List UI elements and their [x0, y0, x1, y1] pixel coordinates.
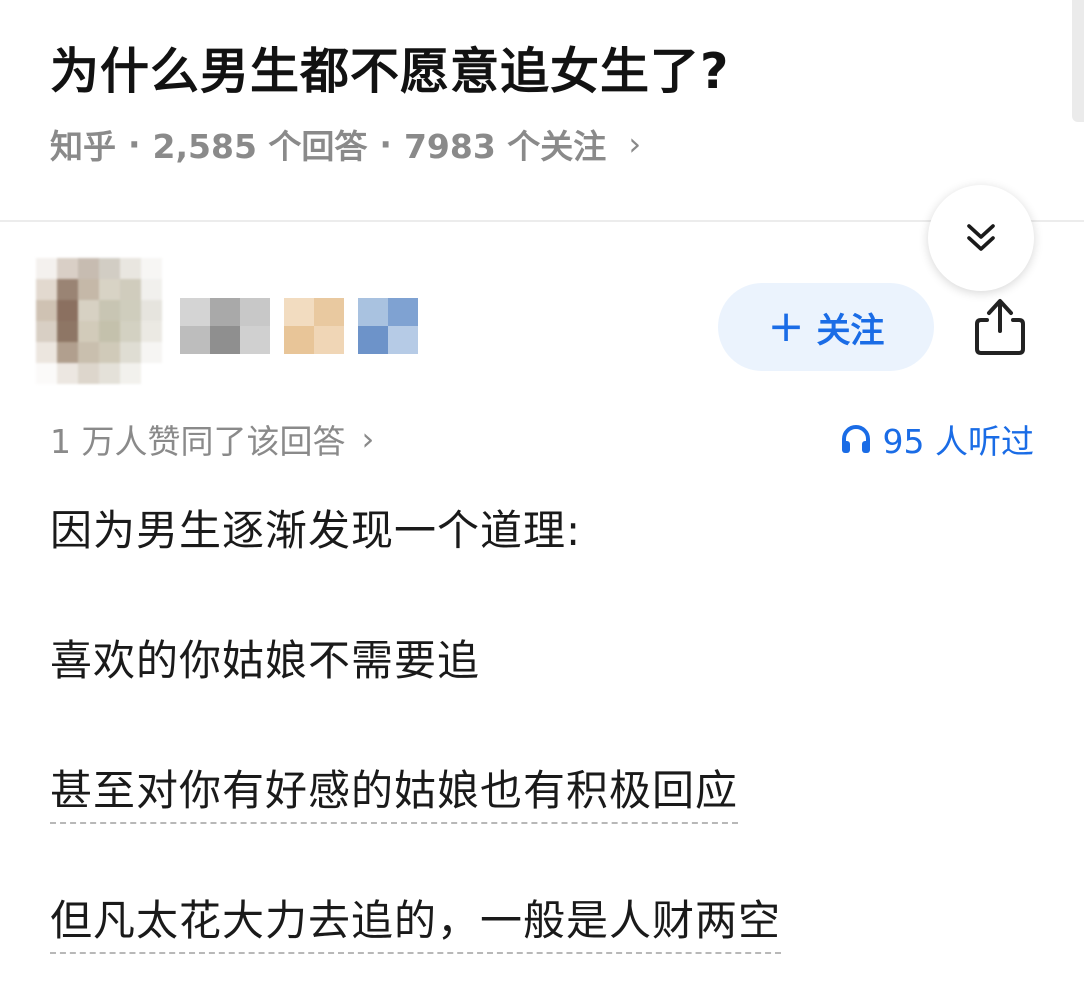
- author-badge-pixelated: [358, 298, 418, 354]
- follow-label: 关注: [816, 310, 885, 351]
- meta-separator: ·: [128, 124, 141, 164]
- question-title[interactable]: 为什么男生都不愿意追女生了?: [50, 32, 729, 103]
- chevron-right-icon: ›: [361, 420, 375, 458]
- answer-page: 为什么男生都不愿意追女生了? 知乎 · 2,585 个回答 · 7983 个关注…: [0, 0, 1084, 991]
- share-button[interactable]: [966, 288, 1034, 362]
- avatar[interactable]: [36, 258, 162, 384]
- answer-paragraph: 喜欢的你姑娘不需要追: [50, 636, 481, 685]
- answers-count: 2,585 个回答: [152, 127, 368, 166]
- answer-paragraph-linked[interactable]: 但凡太花大力去追的，一般是人财两空: [50, 887, 782, 954]
- source-label: 知乎: [50, 127, 116, 166]
- collapse-button[interactable]: [928, 185, 1034, 291]
- double-chevron-down-icon: [967, 224, 995, 251]
- follow-button[interactable]: + 关注: [718, 283, 934, 371]
- answer-paragraph-linked[interactable]: 甚至对你有好感的姑娘也有积极回应: [50, 757, 739, 824]
- followers-count: 7983 个关注: [403, 127, 607, 166]
- upvote-text: 1 万人赞同了该回答: [50, 422, 346, 461]
- headphones-icon: [841, 425, 870, 453]
- divider: [0, 220, 1084, 222]
- upvote-summary[interactable]: 1 万人赞同了该回答 ›: [50, 415, 374, 463]
- chevron-right-icon: ›: [628, 125, 642, 163]
- listen-button[interactable]: 95 人听过: [839, 415, 1034, 463]
- share-icon: [975, 299, 1025, 355]
- scrollbar[interactable]: [1072, 0, 1084, 122]
- author-name-pixelated: [180, 298, 270, 354]
- author-name-pixelated: [284, 298, 344, 354]
- author-name[interactable]: [180, 298, 418, 354]
- answer-paragraph: 因为男生逐渐发现一个道理:: [50, 506, 582, 555]
- listen-count: 95 人听过: [882, 422, 1034, 461]
- plus-icon: +: [767, 301, 805, 352]
- question-meta[interactable]: 知乎 · 2,585 个回答 · 7983 个关注 ›: [50, 120, 641, 168]
- meta-separator: ·: [379, 124, 392, 164]
